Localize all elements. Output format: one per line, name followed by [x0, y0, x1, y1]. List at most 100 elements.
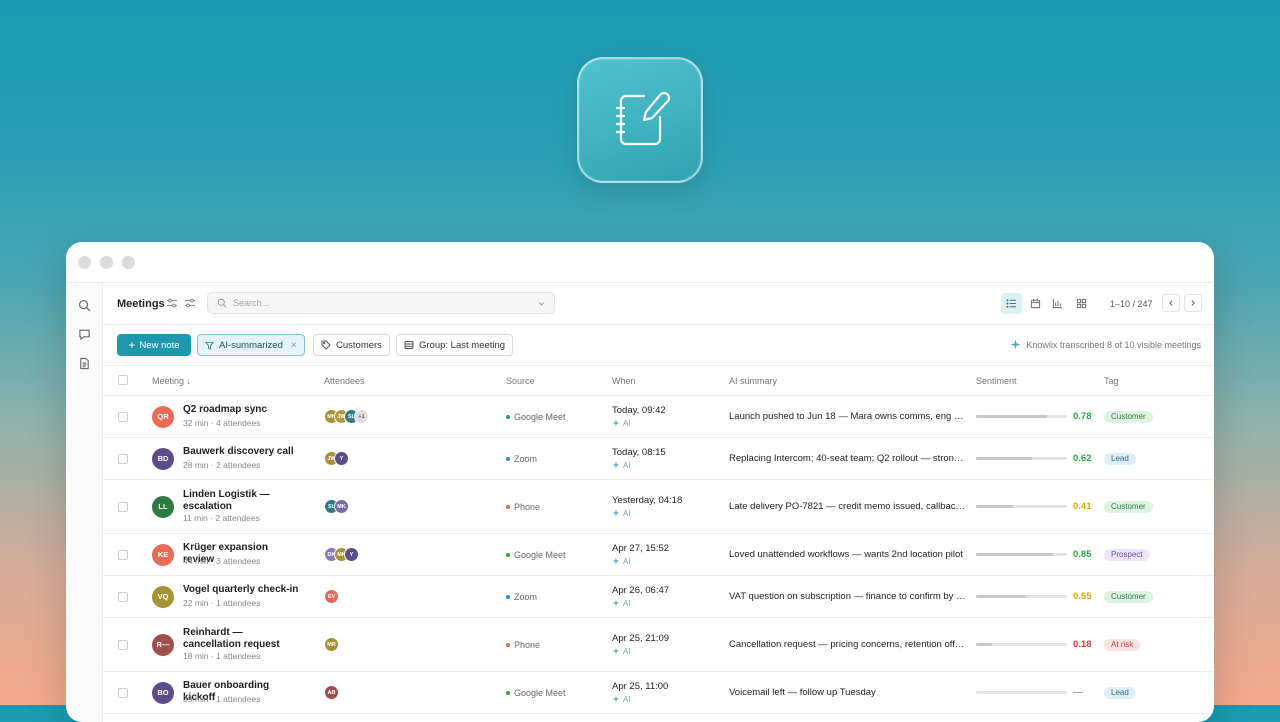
- chip-label: Customers: [336, 339, 382, 351]
- sentiment-score: —: [1073, 686, 1083, 698]
- meeting-title[interactable]: Q2 roadmap sync: [183, 404, 301, 416]
- table-row[interactable]: VQ Vogel quarterly check-in 22 min · 1 att…: [103, 576, 1214, 618]
- column-header-when[interactable]: When: [612, 376, 636, 386]
- row-checkbox[interactable]: [118, 501, 128, 512]
- meeting-title[interactable]: Vogel quarterly check-in: [183, 584, 301, 596]
- tag-badge[interactable]: At risk: [1104, 638, 1141, 651]
- chart-view-icon[interactable]: [1047, 293, 1068, 314]
- table-row[interactable]: R— Reinhardt — cancellation request 18 min…: [103, 618, 1214, 672]
- chat-icon[interactable]: [75, 325, 93, 343]
- transcription-status: Knowlix transcribed 8 of 10 visible meet…: [1010, 339, 1201, 350]
- column-header-tag[interactable]: Tag: [1104, 376, 1119, 386]
- title-bar: [66, 242, 1214, 283]
- sentiment-bar-fill: [976, 457, 1033, 460]
- ai-label: AI: [623, 460, 631, 470]
- search-input[interactable]: [231, 297, 525, 309]
- tag-badge[interactable]: Customer: [1104, 410, 1153, 423]
- ai-summary-text: Launch pushed to Jun 18 — Mara owns comm…: [729, 410, 967, 422]
- source-status-dot: [506, 690, 510, 695]
- source-label: Zoom: [514, 453, 538, 464]
- sparkle-icon: [612, 695, 620, 703]
- source-label: Google Meet: [514, 687, 566, 698]
- source-label: Google Meet: [514, 549, 566, 560]
- sparkle-icon: [612, 509, 620, 517]
- table-row[interactable]: LL Linden Logistik — escalation 11 min · 2…: [103, 480, 1214, 534]
- ai-badge: AI: [612, 557, 631, 566]
- tag-badge[interactable]: Customer: [1104, 590, 1153, 603]
- meeting-source: Google Meet: [506, 550, 566, 560]
- row-checkbox[interactable]: [118, 411, 128, 422]
- window-close-dot[interactable]: [78, 255, 91, 269]
- previous-page-button[interactable]: [1162, 294, 1180, 312]
- meeting-subtitle: 28 min · 2 attendees: [183, 460, 261, 470]
- row-checkbox[interactable]: [118, 687, 128, 698]
- remove-filter-icon[interactable]: ×: [291, 340, 297, 351]
- meeting-subtitle: 32 min · 4 attendees: [183, 418, 261, 428]
- plus-icon: +: [128, 338, 136, 352]
- tag-badge[interactable]: Customer: [1104, 500, 1153, 513]
- group-chip-last-meeting[interactable]: Group: Last meeting: [396, 334, 514, 356]
- column-header-sentiment[interactable]: Sentiment: [976, 376, 1017, 386]
- meeting-avatar: LL: [152, 495, 174, 518]
- meeting-avatar: KE: [152, 543, 174, 566]
- meeting-title[interactable]: Linden Logistik — escalation: [183, 489, 301, 513]
- search-icon[interactable]: [75, 296, 93, 314]
- meeting-time: Apr 25, 11:00: [612, 680, 669, 692]
- chip-label: Group: Last meeting: [419, 339, 506, 351]
- filter-icon: [205, 341, 214, 350]
- sentiment-bar: [976, 505, 1067, 508]
- row-checkbox[interactable]: [118, 639, 128, 650]
- meeting-subtitle: 39 min · 1 attendees: [183, 694, 261, 704]
- adjust-icon[interactable]: [184, 297, 196, 309]
- meeting-time: Today, 08:15: [612, 446, 666, 458]
- tag-badge[interactable]: Lead: [1104, 686, 1136, 699]
- source-status-dot: [506, 594, 510, 599]
- sentiment-score: 0.85: [1073, 548, 1092, 560]
- tag-badge[interactable]: Lead: [1104, 452, 1136, 465]
- next-page-button[interactable]: [1184, 294, 1202, 312]
- search-bar[interactable]: [207, 292, 555, 314]
- source-status-dot: [506, 504, 510, 509]
- meeting-source: Zoom: [506, 592, 537, 602]
- meeting-title[interactable]: Reinhardt — cancellation request: [183, 627, 301, 651]
- row-checkbox[interactable]: [118, 453, 128, 464]
- ai-badge: AI: [612, 419, 631, 428]
- filter-chip-customers[interactable]: Customers: [313, 334, 390, 356]
- sentiment-score: 0.55: [1073, 590, 1092, 602]
- calendar-view-icon[interactable]: [1025, 293, 1046, 314]
- table-row[interactable]: BO Bauer onboarding kickoff 39 min · 1 att…: [103, 672, 1214, 714]
- attendee-avatar: MR: [324, 637, 339, 652]
- meeting-avatar: BO: [152, 681, 174, 704]
- meeting-source: Phone: [506, 640, 540, 650]
- table-row[interactable]: KE Krüger expansion review 44 min · 3 atte…: [103, 534, 1214, 576]
- column-header-attendees[interactable]: Attendees: [324, 376, 365, 386]
- table-row[interactable]: QR Q2 roadmap sync 32 min · 4 attendees MK J…: [103, 396, 1214, 438]
- list-view-icon[interactable]: [1001, 293, 1022, 314]
- sparkle-icon: [612, 599, 620, 607]
- new-note-button[interactable]: + New note: [117, 334, 191, 356]
- window-minimize-dot[interactable]: [100, 255, 113, 269]
- sentiment-bar-fill: [976, 643, 993, 646]
- grid-view-icon[interactable]: [1071, 293, 1092, 314]
- document-icon[interactable]: [75, 354, 93, 372]
- column-header-ai-summary[interactable]: AI summary: [729, 376, 777, 386]
- row-checkbox[interactable]: [118, 549, 128, 560]
- meeting-title[interactable]: Bauwerk discovery call: [183, 446, 301, 458]
- chevron-down-icon[interactable]: [537, 299, 546, 308]
- filter-chip-ai-summarized[interactable]: AI-summarized ×: [197, 334, 305, 356]
- sliders-icon[interactable]: [166, 297, 178, 309]
- attendee-avatar: Y: [344, 547, 359, 562]
- row-checkbox[interactable]: [118, 591, 128, 602]
- column-header-source[interactable]: Source: [506, 376, 535, 386]
- window-maximize-dot[interactable]: [122, 255, 135, 269]
- transcription-status-text: Knowlix transcribed 8 of 10 visible meet…: [1026, 339, 1201, 350]
- tag-badge[interactable]: Prospect: [1104, 548, 1150, 561]
- source-label: Google Meet: [514, 411, 566, 422]
- meeting-source: Google Meet: [506, 412, 566, 422]
- select-all-checkbox[interactable]: [118, 375, 128, 385]
- column-header-meeting[interactable]: Meeting ↓: [152, 376, 191, 386]
- table-row[interactable]: BD Bauwerk discovery call 28 min · 2 atten…: [103, 438, 1214, 480]
- table-body: QR Q2 roadmap sync 32 min · 4 attendees MK J…: [103, 396, 1214, 714]
- ai-summary-text: Replacing Intercom; 40-seat team; Q2 rol…: [729, 452, 967, 464]
- sentiment-bar: [976, 415, 1067, 418]
